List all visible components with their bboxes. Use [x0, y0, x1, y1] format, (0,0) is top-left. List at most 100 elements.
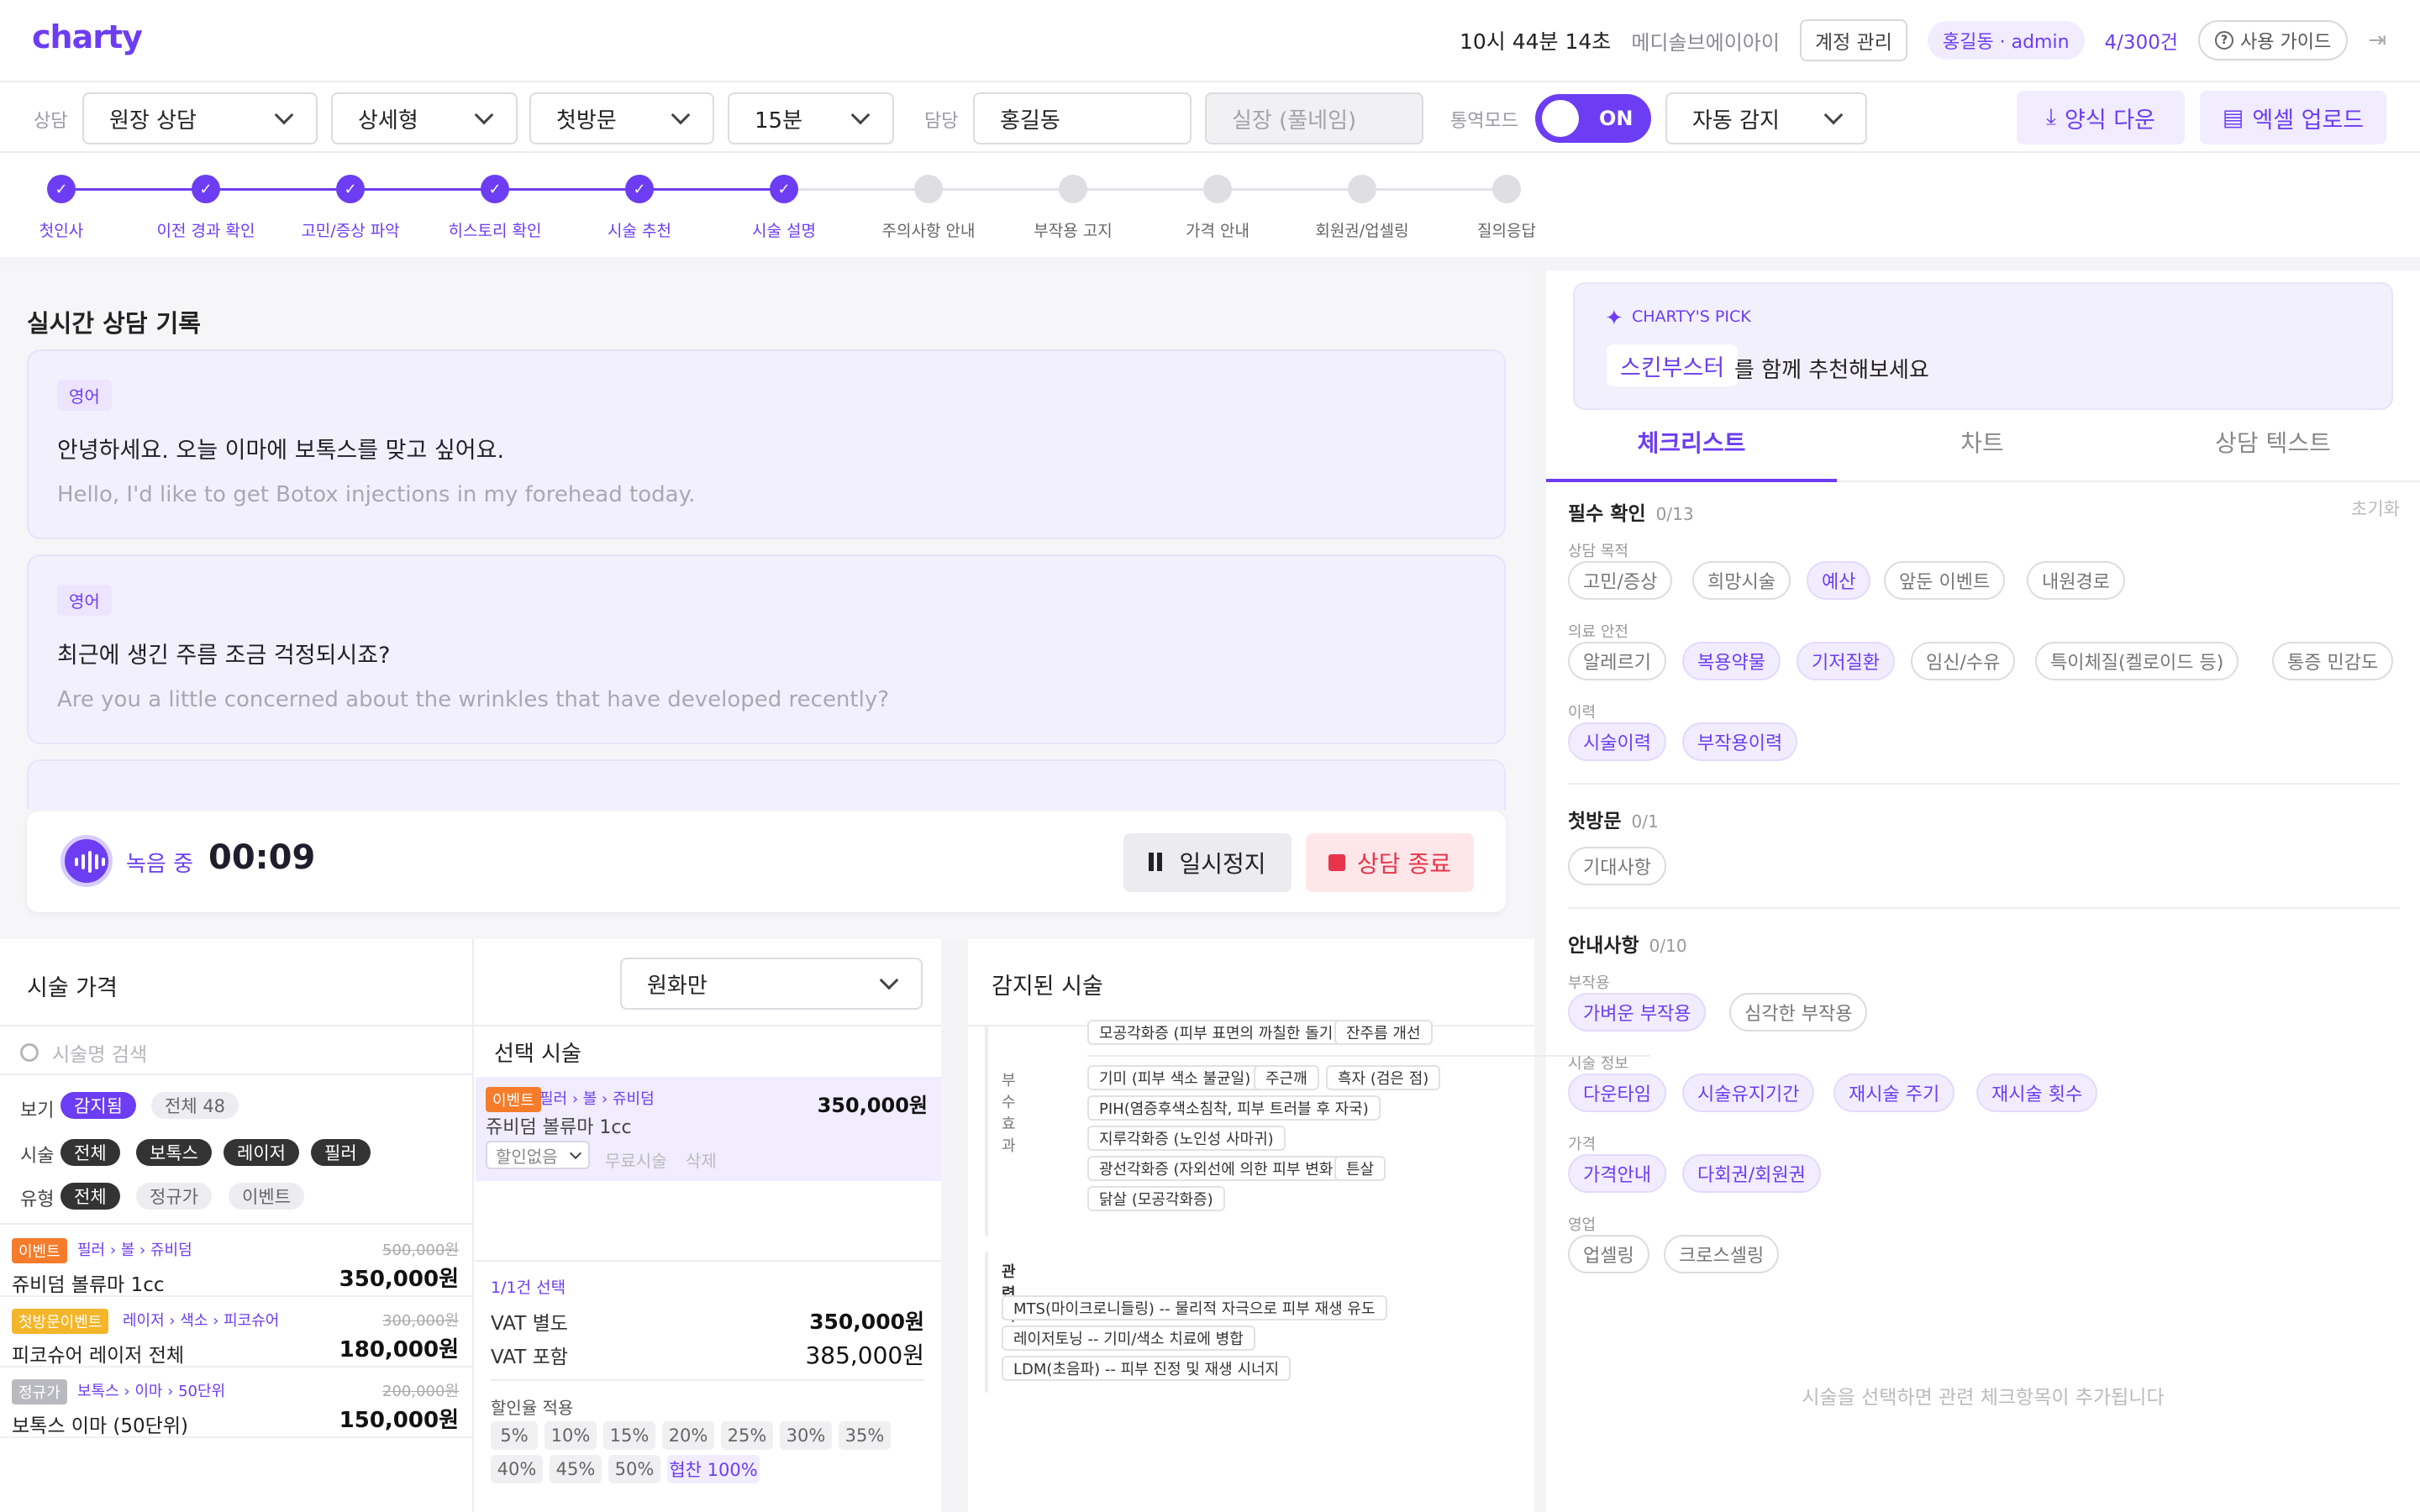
discount-rate-chip[interactable]: 30%	[780, 1421, 832, 1450]
selected-item[interactable]: 이벤트 필러 › 볼 › 쥬비덤 쥬비덤 볼류마 1cc 350,000원 할인…	[476, 1077, 941, 1181]
step-check-icon[interactable]: ✓	[481, 175, 509, 203]
checklist-chip[interactable]: 재시술 주기	[1833, 1074, 1955, 1112]
checklist-chip[interactable]: 기대사항	[1568, 847, 1666, 885]
excel-upload-button[interactable]: ▤ 엑셀 업로드	[2200, 91, 2386, 144]
tab-chart[interactable]: 차트	[1837, 425, 2128, 459]
step-check-icon[interactable]: ✓	[336, 175, 365, 203]
checklist-chip[interactable]: 임신/수유	[1911, 642, 2016, 680]
checklist-chip[interactable]: 내원경로	[2027, 561, 2125, 600]
step-pending-dot[interactable]	[1059, 175, 1087, 203]
checklist-chip[interactable]: 가격안내	[1568, 1154, 1666, 1193]
type-chip-all[interactable]: 전체	[60, 1183, 120, 1210]
view-chip-detected[interactable]: 감지됨	[60, 1092, 136, 1119]
checklist-chip[interactable]: 알레르기	[1568, 642, 1666, 680]
checklist-chip[interactable]: 통증 민감도	[2272, 642, 2394, 680]
step-pending-dot[interactable]	[914, 175, 943, 203]
step-check-icon[interactable]: ✓	[47, 175, 76, 203]
english-text: Hello, I'd like to get Botox injections …	[57, 482, 696, 507]
step-check-icon[interactable]: ✓	[625, 175, 654, 203]
free-procedure-toggle[interactable]: 무료시술	[605, 1147, 667, 1172]
discount-rate-chip[interactable]: 20%	[662, 1421, 714, 1450]
discount-rate-chip[interactable]: 25%	[721, 1421, 773, 1450]
checklist-chip[interactable]: 희망시술	[1692, 561, 1791, 600]
guide-button[interactable]: ? 사용 가이드	[2198, 20, 2349, 60]
step-label: 주의사항 안내	[881, 222, 976, 240]
discount-rate-chip[interactable]: 35%	[839, 1421, 891, 1450]
recommended-procedure-chip[interactable]: 스킨부스터	[1607, 344, 1739, 386]
checklist-sub-label: 가격	[1568, 1136, 1597, 1153]
interp-toggle[interactable]: ON	[1535, 94, 1651, 143]
price-list-item[interactable]: 이벤트 필러 › 볼 › 쥬비덤 쥬비덤 볼류마 1cc 500,000원 350,00…	[0, 1226, 472, 1297]
proc-chip-filler[interactable]: 필러	[311, 1139, 371, 1166]
discount-rate-chip[interactable]: 10%	[544, 1421, 597, 1450]
owner-input[interactable]: 홍길동	[973, 92, 1192, 144]
download-template-button[interactable]: ⤓ 양식 다운	[2017, 91, 2185, 144]
staff-input[interactable]: 실장 (풀네임)	[1205, 92, 1423, 144]
checklist-chip[interactable]: 다회권/회원권	[1682, 1154, 1821, 1193]
checklist-chip[interactable]: 심각한 부작용	[1729, 993, 1868, 1032]
logout-icon[interactable]: ⇥	[2368, 28, 2386, 53]
visit-select[interactable]: 첫방문	[529, 92, 714, 144]
effect-tag: 닭살 (모공각화증)	[1087, 1186, 1225, 1211]
sponsor-100-chip[interactable]: 협찬 100%	[667, 1455, 760, 1483]
step-check-icon[interactable]: ✓	[192, 175, 220, 203]
step-pending-dot[interactable]	[1348, 175, 1376, 203]
related-procedures-card: 관련 시술 MTS(마이크로니들링) -- 물리적 자극으로 피부 재생 유도 …	[985, 1252, 1387, 1393]
checklist-chip[interactable]: 시술유지기간	[1682, 1074, 1815, 1112]
recording-timer: 00:09	[208, 838, 316, 877]
user-badge[interactable]: 홍길동 · admin	[1927, 21, 2085, 60]
account-button[interactable]: 계정 관리	[1799, 19, 1907, 61]
checklist-chip[interactable]: 크로스셀링	[1664, 1235, 1780, 1273]
related-procedure[interactable]: MTS(마이크로니들링) -- 물리적 자극으로 피부 재생 유도	[1002, 1295, 1387, 1320]
checklist-divider	[1568, 907, 2400, 909]
chevron-down-icon	[850, 105, 871, 125]
discount-rate-chip[interactable]: 45%	[550, 1455, 602, 1483]
price-list-item[interactable]: 정규가 보톡스 › 이마 › 50단위 보톡스 이마 (50단위) 200,000원 1…	[0, 1368, 472, 1438]
related-procedure[interactable]: 레이저토닝 -- 기미/색소 치료에 병합	[1002, 1326, 1255, 1351]
checklist-chip[interactable]: 가벼운 부작용	[1568, 993, 1707, 1032]
discount-rate-chip[interactable]: 50%	[608, 1455, 660, 1483]
checklist-chip[interactable]: 부작용이력	[1682, 722, 1798, 761]
detail-select[interactable]: 상세형	[331, 92, 518, 144]
currency-select[interactable]: 원화만	[620, 958, 923, 1010]
tab-checklist[interactable]: 체크리스트	[1546, 425, 1837, 459]
step-pending-dot[interactable]	[1203, 175, 1232, 203]
discount-select[interactable]: 할인없음	[486, 1141, 590, 1169]
checklist-chip[interactable]: 업셀링	[1568, 1235, 1649, 1273]
related-procedure[interactable]: LDM(초음파) -- 피부 진정 및 재생 시너지	[1002, 1356, 1292, 1381]
discount-rate-chip[interactable]: 15%	[603, 1421, 655, 1450]
step-check-icon[interactable]: ✓	[770, 175, 798, 203]
end-consult-button[interactable]: 상담 종료	[1306, 833, 1474, 892]
price-list-item[interactable]: 첫방문이벤트 레이저 › 색소 › 피코슈어 피코슈어 레이저 전체 300,000원…	[0, 1297, 472, 1368]
checklist-group-title: 안내사항 0/10	[1568, 929, 1687, 958]
type-chip-regular[interactable]: 정규가	[136, 1183, 212, 1210]
discount-rate-chip[interactable]: 5%	[491, 1421, 538, 1450]
chevron-down-icon	[1823, 105, 1844, 125]
step-pending-dot[interactable]	[1492, 175, 1521, 203]
type-chip-event[interactable]: 이벤트	[229, 1183, 304, 1210]
consult-type-select[interactable]: 원장 상담	[82, 92, 318, 144]
checklist-chip[interactable]: 고민/증상	[1568, 561, 1673, 600]
procedure-search-input[interactable]: 시술명 검색	[0, 1032, 472, 1075]
discount-rate-chip[interactable]: 40%	[491, 1455, 543, 1483]
checklist-chip[interactable]: 복용약물	[1682, 642, 1781, 680]
pause-button[interactable]: 일시정지	[1123, 833, 1292, 892]
proc-chip-laser[interactable]: 레이저	[224, 1139, 299, 1166]
proc-chip-all[interactable]: 전체	[60, 1139, 120, 1166]
checklist-chip[interactable]: 특이체질(켈로이드 등)	[2035, 642, 2239, 680]
proc-chip-botox[interactable]: 보톡스	[136, 1139, 212, 1166]
checklist-chip[interactable]: 재시술 횟수	[1976, 1074, 2098, 1112]
reset-button[interactable]: 초기화	[2351, 496, 2400, 521]
checklist-chip[interactable]: 시술이력	[1568, 722, 1666, 761]
view-chip-all[interactable]: 전체 48	[151, 1092, 239, 1119]
pause-icon	[1149, 849, 1165, 877]
checklist-chip[interactable]: 예산	[1807, 561, 1871, 600]
duration-select[interactable]: 15분	[728, 92, 894, 144]
delete-button[interactable]: 삭제	[686, 1147, 717, 1172]
tab-consult-text[interactable]: 상담 텍스트	[2128, 425, 2418, 459]
checklist-chip[interactable]: 기저질환	[1797, 642, 1895, 680]
price-item-name: 쥬비덤 볼류마 1cc	[12, 1274, 165, 1296]
checklist-chip[interactable]: 앞둔 이벤트	[1884, 561, 2006, 600]
language-detect-select[interactable]: 자동 감지	[1665, 92, 1867, 144]
checklist-chip[interactable]: 다운타임	[1568, 1074, 1666, 1112]
